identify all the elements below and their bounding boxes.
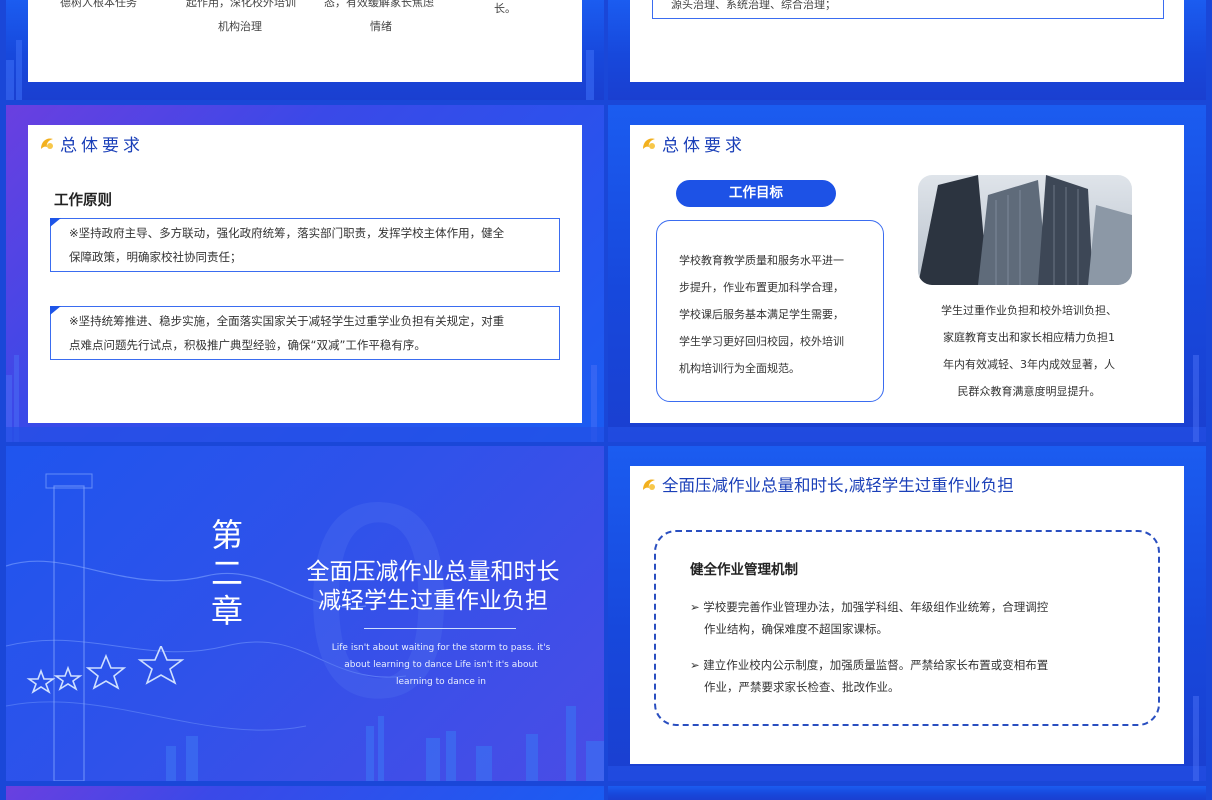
principle-box-1: ※坚持政府主导、多方联动，强化政府统筹，落实部门职责，发挥学校主体作用，健全 保…: [50, 218, 560, 272]
chapter-char: 第: [211, 516, 244, 554]
english-line: learning to dance in: [396, 677, 486, 687]
goal-line: 步提升，作业布置更加科学合理，: [679, 281, 844, 294]
goal-desc-line: 家庭教育支出和家长相应精力负担1: [943, 331, 1115, 344]
box-line: ※坚持政府主导、多方联动，强化政府统筹，落实部门职责，发挥学校主体作用，健全: [69, 226, 505, 240]
slide-work-principles[interactable]: 总体要求 工作原则 ※坚持政府主导、多方联动，强化政府统筹，落实部门职责，发挥学…: [6, 105, 604, 442]
bullet-line: ➢ 建立作业校内公示制度，加强质量监督。严禁给家长布置或变相布置: [690, 658, 1049, 672]
star-icon: [26, 646, 185, 694]
bullet-glyph: ➢: [690, 600, 700, 614]
mechanism-heading: 健全作业管理机制: [690, 562, 798, 578]
box-corner: [50, 306, 61, 315]
bullet-line: 作业，严禁要求家长检查、批改作业。: [704, 680, 900, 694]
chapter-title: 全面压减作业总量和时长 减轻学生过重作业负担: [288, 558, 578, 616]
bullet-item: ➢ 学校要完善作业管理办法，加强学科组、年级组作业统筹，合理调控 作业结构，确保…: [690, 596, 1150, 640]
content-card: 源头治理、系统治理、综合治理；: [630, 0, 1184, 82]
slide-title-text: 总体要求: [60, 136, 144, 156]
box-line: 保障政策，明确家校社协同责任；: [69, 250, 242, 264]
mechanism-box: 健全作业管理机制 ➢ 学校要完善作业管理办法，加强学科组、年级组作业统筹，合理调…: [654, 530, 1160, 726]
goal-description: 学生过重作业负担和校外培训负担、 家庭教育支出和家长相应精力负担1 年内有效减轻…: [920, 297, 1138, 405]
content-card: 总体要求 工作目标 学校教育教学质量和服务水平进一 步提升，作业布置更加科学合理…: [630, 125, 1184, 423]
chapter-title-line: 减轻学生过重作业负担: [318, 588, 548, 614]
text-fragment: 态，有效缓解家长焦虑: [324, 0, 434, 9]
divider: [364, 628, 516, 629]
text-fragment: 机构治理: [218, 20, 262, 33]
text-fragment: 起作用，深化校外培训: [186, 0, 296, 9]
slide-work-goals[interactable]: 总体要求 工作目标 学校教育教学质量和服务水平进一 步提升，作业布置更加科学合理…: [608, 105, 1206, 442]
text-fragment: 情绪: [370, 20, 392, 33]
english-line: about learning to dance Life isn't it's …: [344, 660, 538, 670]
box-corner: [50, 218, 61, 227]
slide-title: 全面压减作业总量和时长,减轻学生过重作业负担: [640, 472, 1014, 498]
slide-chapter-two[interactable]: 0 第 二 章 全面压减作业总量和时长 减轻学生过重作业负担 Life isn'…: [6, 446, 604, 781]
text-fragment: 长。: [494, 2, 516, 15]
skyscraper-image: [918, 175, 1132, 285]
slide-title: 总体要求: [38, 131, 144, 158]
content-card: 总体要求 工作原则 ※坚持政府主导、多方联动，强化政府统筹，落实部门职责，发挥学…: [28, 125, 582, 423]
box-line: 点难点问题先行试点，积极推广典型经验，确保“双减”工作平稳有序。: [69, 338, 426, 352]
chapter-label: 第 二 章: [211, 516, 243, 630]
goal-line: 学校教育教学质量和服务水平进一: [679, 254, 844, 267]
slide-top-right[interactable]: 源头治理、系统治理、综合治理；: [608, 0, 1206, 100]
box-line: ※坚持统筹推进、稳步实施，全面落实国家关于减轻学生过重学业负担有关规定，对重: [69, 314, 505, 328]
goal-desc-line: 年内有效减轻、3年内成效显著，人: [943, 358, 1115, 371]
slide-title-text: 总体要求: [662, 136, 746, 156]
logo-icon: [640, 135, 658, 158]
chapter-char: 二: [211, 554, 244, 592]
logo-icon: [38, 135, 56, 158]
slide-bottom-left[interactable]: [6, 786, 604, 800]
logo-icon: [640, 476, 658, 498]
goal-box: 学校教育教学质量和服务水平进一 步提升，作业布置更加科学合理， 学校课后服务基本…: [656, 220, 884, 402]
goal-line: 学生学习更好回归校园，校外培训: [679, 335, 844, 348]
text-fragment: 德树人根本任务: [60, 0, 137, 9]
bullet-line: 作业结构，确保难度不超国家课标。: [704, 622, 888, 636]
goal-line: 学校课后服务基本满足学生需要，: [679, 308, 844, 321]
content-card: 全面压减作业总量和时长,减轻学生过重作业负担 健全作业管理机制 ➢ 学校要完善作…: [630, 466, 1184, 764]
section-subtitle: 工作原则: [54, 193, 112, 209]
goal-pill: 工作目标: [676, 180, 836, 207]
goal-desc-line: 学生过重作业负担和校外培训负担、: [941, 304, 1117, 317]
slide-title: 总体要求: [640, 131, 746, 158]
goal-line: 机构培训行为全面规范。: [679, 362, 800, 375]
box-text: 源头治理、系统治理、综合治理；: [671, 0, 836, 11]
huabiao-pillar: [53, 485, 85, 781]
slide-top-left[interactable]: 德树人根本任务 起作用，深化校外培训 机构治理 态，有效缓解家长焦虑 情绪 长。: [6, 0, 604, 100]
goal-desc-line: 民群众教育满意度明显提升。: [957, 385, 1101, 398]
slide-homework-mechanism[interactable]: 全面压减作业总量和时长,减轻学生过重作业负担 健全作业管理机制 ➢ 学校要完善作…: [608, 446, 1206, 781]
content-card: 德树人根本任务 起作用，深化校外培训 机构治理 态，有效缓解家长焦虑 情绪 长。: [28, 0, 582, 82]
bullet-glyph: ➢: [690, 658, 700, 672]
chapter-title-line: 全面压减作业总量和时长: [306, 559, 560, 585]
slide-bottom-right[interactable]: [608, 786, 1206, 800]
bullet-item: ➢ 建立作业校内公示制度，加强质量监督。严禁给家长布置或变相布置 作业，严禁要求…: [690, 654, 1150, 698]
chapter-english: Life isn't about waiting for the storm t…: [306, 640, 576, 691]
english-line: Life isn't about waiting for the storm t…: [331, 643, 551, 653]
principle-box-2: ※坚持统筹推进、稳步实施，全面落实国家关于减轻学生过重学业负担有关规定，对重 点…: [50, 306, 560, 360]
bullet-line: ➢ 学校要完善作业管理办法，加强学科组、年级组作业统筹，合理调控: [690, 600, 1049, 614]
chapter-char: 章: [211, 592, 244, 630]
slide-title-text: 全面压减作业总量和时长,减轻学生过重作业负担: [662, 476, 1014, 495]
bordered-box: 源头治理、系统治理、综合治理；: [652, 0, 1164, 19]
